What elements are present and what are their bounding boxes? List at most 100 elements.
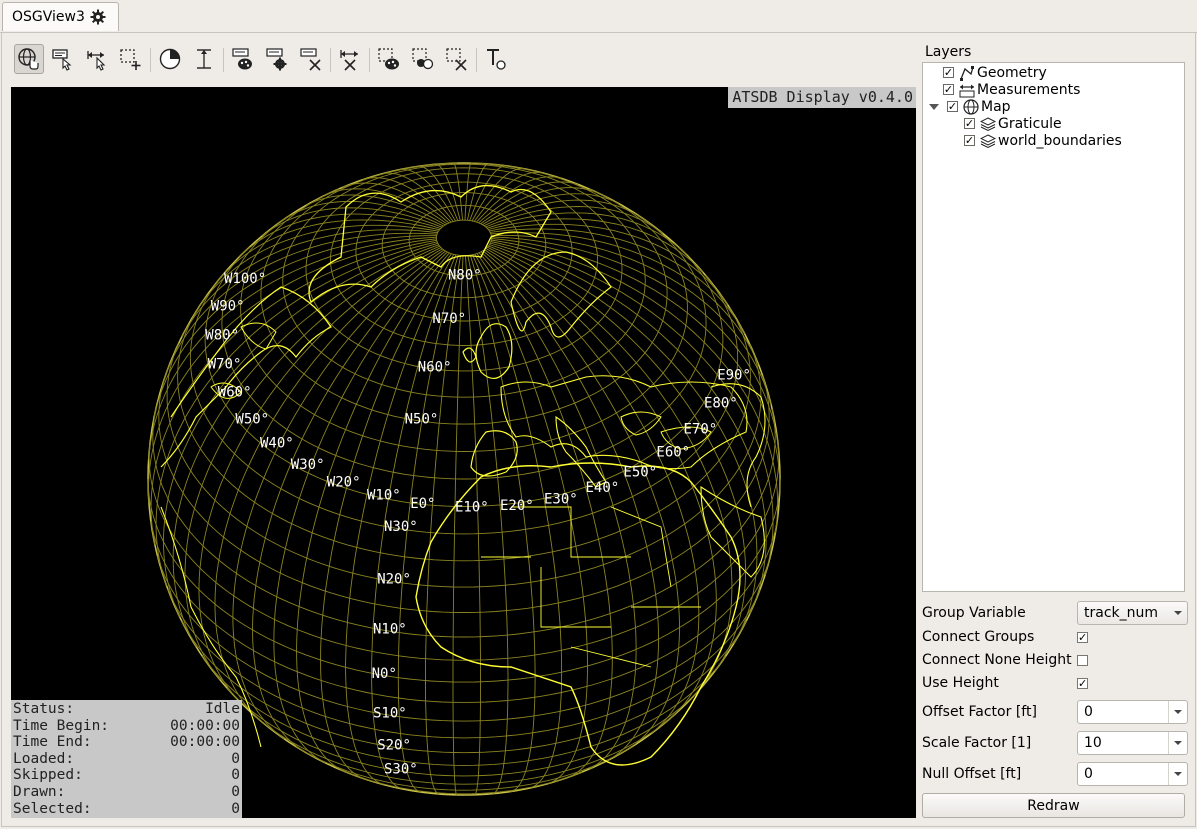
layer-item-measurements[interactable]: ✓ Measurements [943, 81, 1080, 98]
status-row: Drawn: 0 [13, 784, 240, 801]
layer-item-map[interactable]: ✓ Map [929, 98, 1011, 115]
status-label: Time End: [13, 734, 92, 751]
layer-checkbox[interactable]: ✓ [943, 67, 954, 78]
use-height-checkbox[interactable]: ✓ [1077, 677, 1088, 689]
lon-label: E0° [410, 496, 435, 512]
lon-label: E70° [684, 421, 718, 437]
lon-label: E60° [656, 445, 690, 461]
label-delete-tool-button[interactable] [296, 44, 326, 74]
layer-item-geometry[interactable]: ✓ Geometry [943, 64, 1047, 81]
gear-icon [266, 48, 287, 71]
lon-label: W80° [205, 327, 239, 343]
chevron-down-icon[interactable] [1168, 763, 1187, 785]
select-style-tool-button[interactable] [374, 44, 404, 74]
lon-label: W100° [224, 271, 266, 287]
layer-item-graticule[interactable]: ✓ Graticule [964, 115, 1062, 132]
navigate-tool-button[interactable] [14, 44, 44, 74]
status-label: Time Begin: [13, 717, 110, 734]
measure-tool-button[interactable] [82, 44, 112, 74]
palette-icon [232, 48, 252, 70]
cross-icon [446, 48, 467, 71]
select-add-tool-button[interactable] [116, 44, 146, 74]
connect-none-height-checkbox[interactable] [1077, 654, 1088, 666]
scale-factor-label: Scale Factor [1] [922, 735, 1032, 751]
group-variable-label: Group Variable [922, 605, 1026, 621]
gear-icon[interactable] [90, 9, 106, 25]
lon-label: W70° [208, 356, 242, 372]
select-plus-icon [120, 49, 141, 70]
layers-title: Layers [925, 44, 972, 60]
status-row: Skipped: 0 [13, 767, 240, 784]
null-offset-input[interactable]: 0 [1077, 762, 1188, 786]
lon-label: W40° [260, 436, 294, 452]
lat-label: N30° [384, 519, 418, 535]
lat-label: N20° [377, 572, 411, 588]
layer-label: world_boundaries [998, 132, 1122, 149]
lat-label: N60° [418, 360, 452, 376]
layer-checkbox[interactable]: ✓ [943, 84, 954, 95]
status-row: Loaded: 0 [13, 751, 240, 768]
text-tool-button[interactable] [481, 44, 511, 74]
palette-icon [378, 48, 399, 70]
label-tool-button[interactable] [48, 44, 78, 74]
lat-label: N80° [448, 267, 482, 283]
toolbar-separator [330, 48, 331, 72]
layer-label: Map [981, 98, 1011, 115]
group-variable-select[interactable]: track_num [1077, 601, 1188, 625]
layer-label: Geometry [977, 64, 1047, 81]
height-tool-button[interactable] [189, 44, 219, 74]
connect-groups-checkbox[interactable]: ✓ [1077, 631, 1088, 643]
select-delete-tool-button[interactable] [442, 44, 472, 74]
globe-icon [963, 98, 979, 115]
status-row: Status: Idle [13, 701, 240, 718]
status-label: Skipped: [13, 767, 83, 784]
chevron-down-icon[interactable] [1168, 732, 1187, 754]
status-value: 0 [231, 750, 240, 767]
lat-label: N0° [372, 666, 397, 682]
scale-factor-input[interactable]: 10 [1077, 731, 1188, 755]
toolbar-separator [476, 48, 477, 72]
label-settings-tool-button[interactable] [262, 44, 292, 74]
map-view[interactable]: N80° N70° N60° N50° N30° N20° N10° N0° S10° S20° S… [11, 87, 916, 818]
measure-delete-tool-button[interactable] [335, 44, 365, 74]
status-label: Status: [13, 701, 75, 717]
tab-bar: OSGView3 [0, 0, 1197, 33]
connect-groups-row: Connect Groups ✓ [922, 626, 1187, 648]
layer-checkbox[interactable]: ✓ [964, 118, 975, 129]
group-variable-value: track_num [1084, 605, 1159, 621]
chevron-down-icon [1169, 602, 1187, 624]
status-label: Drawn: [13, 783, 66, 800]
connect-none-height-row: Connect None Height [922, 649, 1187, 671]
redraw-button[interactable]: Redraw [922, 793, 1185, 818]
scale-factor-row: Scale Factor [1] 10 [922, 730, 1188, 756]
status-overlay: Status: Idle Time Begin: 00:00:00 Time End: 0… [11, 700, 242, 818]
layer-checkbox[interactable]: ✓ [964, 135, 975, 146]
time-filter-tool-button[interactable] [155, 44, 185, 74]
expand-arrow-icon[interactable] [929, 103, 939, 110]
offset-factor-label: Offset Factor [ft] [922, 704, 1037, 720]
geometry-icon [960, 65, 974, 81]
chevron-down-icon[interactable] [1168, 701, 1187, 723]
status-value: 00:00:00 [170, 717, 240, 734]
globe-hand-icon [18, 48, 39, 70]
select-settings-tool-button[interactable] [408, 44, 438, 74]
lat-label: N50° [405, 411, 439, 427]
lon-label: E30° [544, 491, 578, 507]
lon-label: W10° [367, 487, 401, 503]
group-variable-row: Group Variable track_num [922, 600, 1188, 626]
layer-checkbox[interactable]: ✓ [947, 101, 958, 112]
lon-label: E90° [717, 368, 751, 384]
layer-item-world-boundaries[interactable]: ✓ world_boundaries [964, 132, 1122, 149]
status-label: Selected: [13, 800, 92, 817]
toolbar-separator [150, 48, 151, 72]
null-offset-label: Null Offset [ft] [922, 766, 1022, 782]
lat-label: S10° [373, 705, 407, 721]
offset-factor-input[interactable]: 0 [1077, 700, 1188, 724]
tab-osgview3[interactable]: OSGView3 [2, 2, 119, 31]
lon-label: E40° [586, 480, 620, 496]
status-value: 0 [231, 767, 240, 784]
lon-label: W20° [327, 474, 361, 490]
layers-tree[interactable]: ✓ Geometry ✓ Measurements ✓ Map ✓ Gratic… [922, 62, 1185, 592]
label-style-tool-button[interactable] [228, 44, 258, 74]
status-row: Time End: 00:00:00 [13, 734, 240, 751]
